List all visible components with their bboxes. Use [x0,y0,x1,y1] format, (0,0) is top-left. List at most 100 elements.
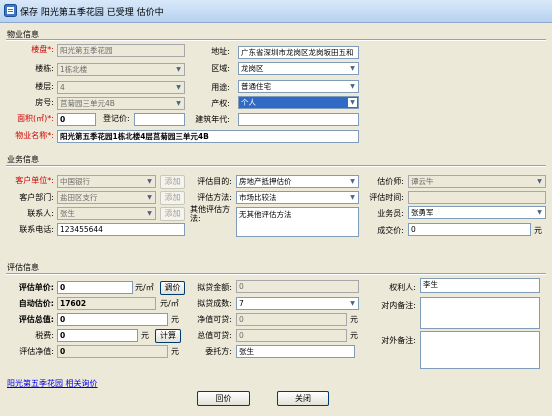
chevron-down-icon: ▼ [350,300,355,307]
client-unit-select[interactable]: 中国银行 ▼ [57,175,156,188]
add-contact-button[interactable]: 添加 [160,207,185,221]
total-label: 评估总值: [18,315,54,324]
property-name-label: 物业名称*: [15,131,54,140]
net-loanable-field[interactable]: 0 [236,313,347,326]
address-field[interactable]: 广东省深圳市龙岗区龙岗坂田五和 [238,46,359,59]
building-label: 楼栋: [35,64,54,73]
contact-label: 联系人: [27,209,54,218]
divider [6,165,546,167]
loan-ratio-value: 7 [239,299,244,308]
reg-price-field[interactable] [134,113,185,126]
chevron-down-icon: ▼ [350,65,355,72]
estate-label: 楼盘*: [31,45,54,54]
deal-price-label: 成交价: [377,226,404,235]
room-value: 莒菊园三单元4B [60,99,115,108]
client-unit-value: 中国银行 [60,177,90,186]
total-loanable-field[interactable]: 0 [236,329,347,342]
window-title: 保存 阳光第五季花园 已受理 估价中 [20,8,164,18]
deal-price-unit: 元 [534,226,542,235]
salesman-label: 业务员: [377,209,404,218]
chevron-down-icon: ▼ [147,178,152,185]
app-icon [4,4,17,17]
loan-amount-label: 拟贷金额: [197,283,232,292]
building-select[interactable]: 1栋北楼 ▼ [57,63,185,76]
net-loanable-label: 净值可贷: [197,315,232,324]
client-dept-select[interactable]: 盐田区支行 ▼ [57,191,156,204]
estate-field[interactable]: 阳光第五季花园 [57,44,185,57]
owner-label: 权利人: [389,283,416,292]
calculate-button[interactable]: 计算 [155,329,181,343]
chevron-down-icon: ▼ [350,83,355,90]
auto-price-unit: 元/㎡ [160,299,179,308]
total-loanable-unit: 元 [350,331,358,340]
external-note-textarea[interactable] [420,331,540,369]
total-loanable-label: 总值可贷: [197,331,232,340]
district-label: 区域: [211,64,230,73]
contact-select[interactable]: 张生 ▼ [57,207,156,220]
reg-price-label: 登记价: [103,114,130,123]
appraiser-select[interactable]: 谭云牛 ▼ [408,175,546,188]
net-field[interactable]: 0 [57,345,168,358]
internal-note-textarea[interactable] [420,297,540,329]
floor-label: 楼层: [35,82,54,91]
chevron-down-icon: ▼ [350,178,355,185]
address-label: 地址: [211,47,230,56]
tax-field[interactable]: 0 [57,329,138,342]
close-button[interactable]: 关闭 [277,391,329,406]
other-method-label: 其他评估方法: [190,205,230,223]
divider [6,273,546,275]
property-name-field[interactable]: 阳光第五季花园1栋北楼4层莒菊园三单元4B [57,130,359,143]
total-field[interactable]: 0 [57,313,168,326]
usage-select[interactable]: 普通住宅 ▼ [238,80,359,93]
building-value: 1栋北楼 [60,65,88,74]
phone-field[interactable]: 123455644 [57,223,185,236]
client-dept-label: 客户部门: [19,193,54,202]
client-dept-value: 盐田区支行 [60,193,98,202]
other-method-field[interactable]: 无其他评估方法 [236,207,359,237]
add-client-unit-button[interactable]: 添加 [160,175,185,189]
client-party-field[interactable]: 张生 [236,345,355,358]
ownership-value: 个人 [241,98,256,107]
adjust-price-button[interactable]: 调价 [160,281,185,295]
net-unit: 元 [171,347,179,356]
method-value: 市场比较法 [239,193,277,202]
appraise-time-field[interactable] [408,191,546,204]
chevron-down-icon: ▼ [176,84,181,91]
usage-value: 普通住宅 [241,82,271,91]
chevron-down-icon: ▼ [176,100,181,107]
add-client-dept-button[interactable]: 添加 [160,191,185,205]
ownership-label: 产权: [211,99,230,108]
chevron-down-icon: ▼ [147,194,152,201]
build-year-field[interactable] [238,113,359,126]
district-select[interactable]: 龙岗区 ▼ [238,62,359,75]
unit-price-field[interactable]: 0 [57,281,133,294]
owner-field[interactable]: 李生 [420,278,540,293]
method-select[interactable]: 市场比较法 ▼ [236,191,359,204]
floor-select[interactable]: 4 ▼ [57,81,185,94]
tax-unit: 元 [141,331,149,340]
unit-price-unit: 元/㎡ [135,283,154,292]
chevron-down-icon: ▼ [537,209,542,216]
appraiser-value: 谭云牛 [411,177,434,186]
purpose-value: 房地产抵押估价 [239,177,292,186]
deal-price-field[interactable]: 0 [408,223,531,236]
divider [6,39,546,41]
appraiser-label: 估价师: [377,177,404,186]
reply-price-button[interactable]: 回价 [197,391,250,406]
auto-price-label: 自动估价: [18,299,54,308]
district-value: 龙岗区 [241,64,264,73]
salesman-select[interactable]: 张勇军 ▼ [408,206,546,219]
client-unit-label: 客户单位*: [15,176,54,185]
area-field[interactable]: 0 [57,113,96,126]
auto-price-field[interactable]: 17602 [57,297,156,310]
room-label: 房号: [35,98,54,107]
tax-label: 税费: [35,331,54,340]
ownership-select[interactable]: 个人 ▼ [238,96,359,109]
contact-value: 张生 [60,209,75,218]
loan-amount-field[interactable]: 0 [236,280,359,293]
purpose-select[interactable]: 房地产抵押估价 ▼ [236,175,359,188]
loan-ratio-select[interactable]: 7 ▼ [236,297,359,310]
usage-label: 用途: [211,83,230,92]
room-select[interactable]: 莒菊园三单元4B ▼ [57,97,185,110]
related-inquiry-link[interactable]: 阳光第五季花园 相关询价 [7,378,98,389]
